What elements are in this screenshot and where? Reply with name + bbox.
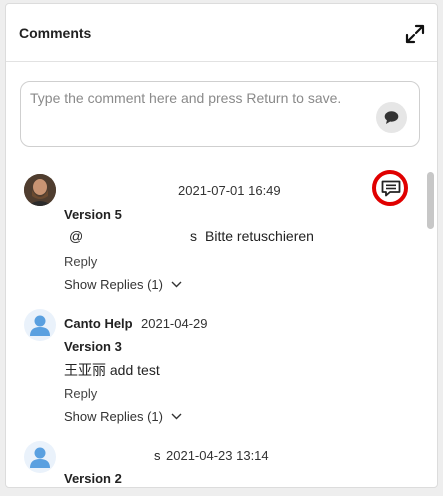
comment-text: 王亚丽 add test — [64, 362, 160, 378]
user-avatar-icon — [24, 441, 56, 473]
user-avatar-icon — [24, 309, 56, 341]
avatar — [24, 174, 56, 206]
comment-date: 2021-04-23 13:14 — [166, 448, 269, 463]
panel-title: Comments — [19, 25, 92, 41]
chevron-down-icon — [171, 281, 182, 288]
reply-link[interactable]: Reply — [64, 386, 97, 401]
mention-suffix: s — [190, 228, 197, 244]
show-replies-toggle[interactable]: Show Replies (1) — [64, 277, 182, 292]
panel-header: Comments — [6, 4, 437, 62]
chevron-down-icon — [171, 413, 182, 420]
comment-version: Version 2 — [64, 471, 122, 486]
reply-comment-icon — [381, 180, 401, 197]
show-replies-label: Show Replies (1) — [64, 277, 163, 292]
comment-composer — [20, 81, 420, 147]
mention-prefix: @ — [69, 228, 84, 244]
comment-date: 2021-07-01 16:49 — [178, 183, 281, 198]
comment-author: s — [154, 448, 161, 463]
send-comment-icon — [384, 111, 399, 124]
comment-item: 2021-07-01 16:49 Version 5 @ s Bitte ret… — [6, 162, 437, 300]
comment-version: Version 3 — [64, 339, 122, 354]
send-comment-button[interactable] — [376, 102, 407, 133]
show-replies-toggle[interactable]: Show Replies (1) — [64, 409, 182, 424]
reply-comment-button[interactable] — [372, 170, 408, 206]
scrollbar-thumb[interactable] — [427, 172, 434, 229]
comment-list: 2021-07-01 16:49 Version 5 @ s Bitte ret… — [6, 162, 437, 487]
comments-panel: Comments Type the comment here and press… — [5, 3, 438, 488]
comment-input[interactable] — [30, 90, 365, 130]
redacted-author — [63, 182, 171, 200]
comment-item: s 2021-04-23 13:14 Version 2 — [6, 429, 437, 487]
comment-text: Bitte retuschieren — [205, 228, 314, 244]
comment-item: Canto Help 2021-04-29 Version 3 王亚丽 add … — [6, 297, 437, 432]
expand-icon[interactable] — [404, 23, 426, 45]
reply-link[interactable]: Reply — [64, 254, 97, 269]
comment-version: Version 5 — [64, 207, 122, 222]
comment-author: Canto Help — [64, 316, 133, 331]
show-replies-label: Show Replies (1) — [64, 409, 163, 424]
comment-date: 2021-04-29 — [141, 316, 208, 331]
